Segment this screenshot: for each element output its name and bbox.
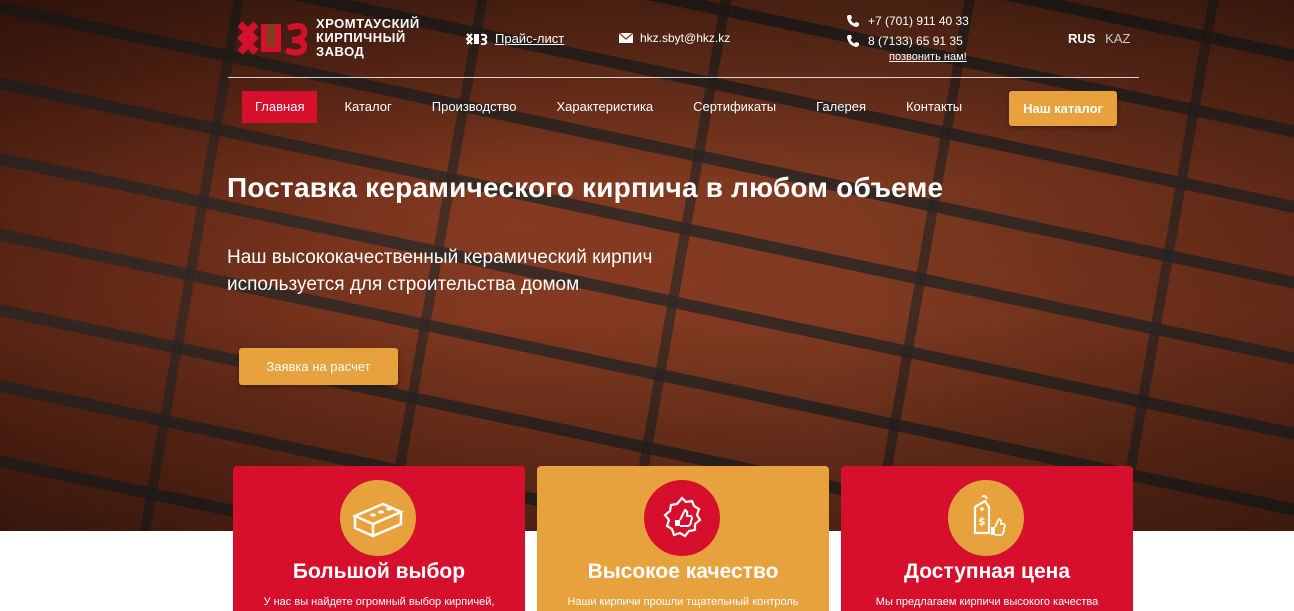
price-tag-icon: $ — [973, 494, 1006, 536]
email-address[interactable]: hkz.sbyt@hkz.kz — [640, 31, 730, 45]
feature-description: Мы предлагаем кирпичи высокого качества — [875, 596, 1099, 608]
lang-kaz[interactable]: KAZ — [1105, 31, 1130, 46]
price-list-link[interactable]: Прайс-лист — [466, 31, 564, 46]
phone-row[interactable]: +7 (701) 911 40 33 — [846, 11, 969, 31]
email-link[interactable]: hkz.sbyt@hkz.kz — [619, 31, 730, 45]
feature-description: У нас вы найдете огромный выбор кирпичей… — [263, 596, 495, 608]
price-list-label[interactable]: Прайс-лист — [495, 31, 564, 46]
phone-number[interactable]: 8 (7133) 65 91 35 — [868, 34, 963, 48]
brick-icon-circle — [340, 480, 416, 556]
site-logo[interactable]: ХРОМТАУСКИЙ КИРПИЧНЫЙ ЗАВОД — [236, 17, 446, 59]
logo-text: ХРОМТАУСКИЙ КИРПИЧНЫЙ ЗАВОД — [316, 16, 420, 59]
language-switcher: RUS KAZ — [1068, 31, 1130, 46]
nav-item-contacts[interactable]: Контакты — [893, 91, 975, 123]
feature-title: Большой выбор — [292, 560, 466, 583]
lang-rus[interactable]: RUS — [1068, 31, 1095, 46]
svg-text:$: $ — [978, 515, 986, 528]
envelope-icon — [619, 33, 633, 43]
feature-description: Наши кирпичи прошли тщательный контроль — [567, 596, 799, 608]
our-catalog-button[interactable]: Наш каталог — [1009, 91, 1117, 126]
price-icon-circle: $ — [948, 480, 1024, 556]
feature-card-quality: Высокое качество Наши кирпичи прошли тща… — [537, 466, 829, 611]
header-divider — [228, 77, 1139, 78]
nav-item-production[interactable]: Производство — [419, 91, 530, 123]
feature-card-selection: Большой выбор У нас вы найдете огромный … — [233, 466, 525, 611]
quality-icon-circle — [644, 480, 720, 556]
phone-icon — [847, 35, 859, 47]
phone-list: +7 (701) 911 40 33 8 (7133) 65 91 35 — [846, 11, 969, 51]
nav-item-home[interactable]: Главная — [242, 91, 318, 123]
feature-title: Высокое качество — [587, 560, 779, 583]
nav-item-gallery[interactable]: Галерея — [803, 91, 879, 123]
hero-title: Поставка керамического кирпича в любом о… — [227, 172, 944, 203]
order-calculation-button[interactable]: Заявка на расчет — [239, 348, 398, 385]
hero-subtitle: Наш высококачественный керамический кирп… — [227, 247, 653, 295]
phone-row[interactable]: 8 (7133) 65 91 35 — [846, 31, 969, 51]
logo-mark-icon — [237, 21, 308, 56]
feature-card-price: $ Доступная цена Мы предлагаем кирпичи в… — [841, 466, 1133, 611]
call-me-link[interactable]: позвонить нам! — [889, 51, 967, 63]
phone-icon — [847, 15, 859, 27]
phone-number[interactable]: +7 (701) 911 40 33 — [868, 14, 969, 28]
nav-item-characteristics[interactable]: Характеристика — [544, 91, 667, 123]
quality-badge-icon — [663, 496, 702, 538]
feature-title: Доступная цена — [903, 560, 1071, 583]
nav-item-certificates[interactable]: Сертификаты — [680, 91, 789, 123]
brick-icon — [351, 502, 405, 538]
mini-logo-icon — [466, 32, 488, 45]
main-nav: Главная Каталог Производство Характерист… — [242, 91, 976, 123]
nav-item-catalog[interactable]: Каталог — [331, 91, 404, 123]
